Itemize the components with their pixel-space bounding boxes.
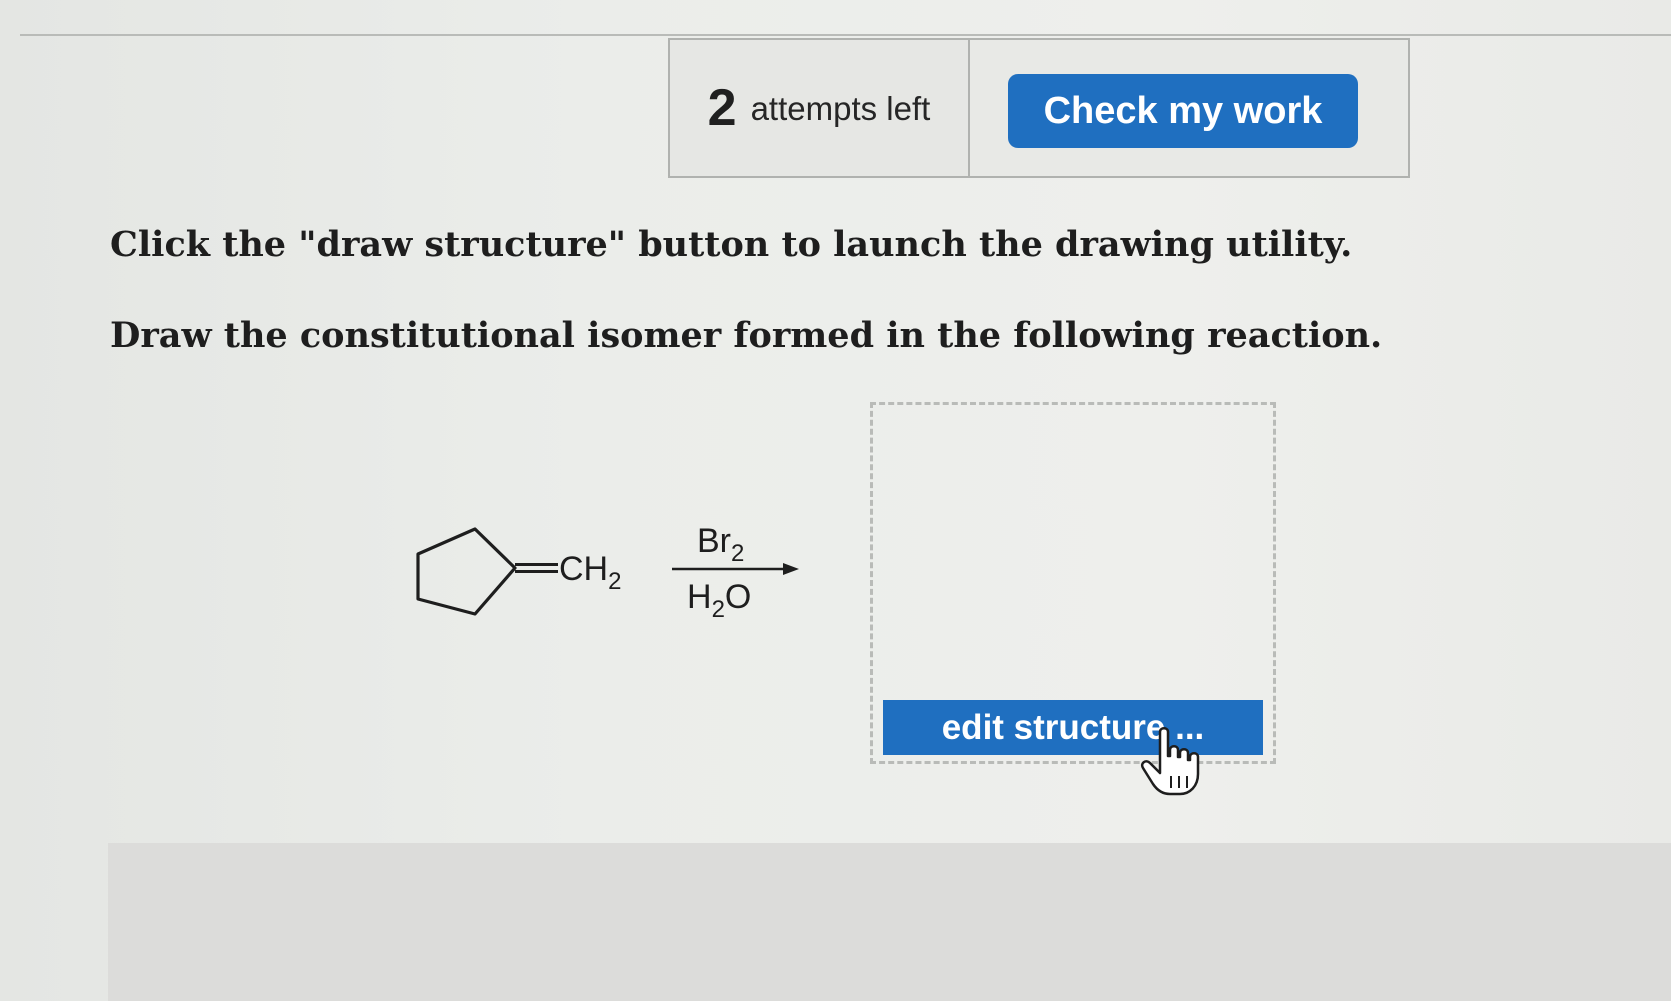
reagent-h-subscript: 2 [712,596,725,623]
edit-structure-button[interactable]: edit structure ... [883,700,1263,755]
instruction-text: Click the "draw structure" button to lau… [110,224,1353,265]
top-divider [20,34,1671,36]
hand-pointer-icon [1141,727,1200,796]
check-my-work-button[interactable]: Check my work [1008,74,1358,148]
attempts-label: attempts left [750,89,931,127]
check-panel: Check my work [968,38,1410,178]
cyclopentane-ring [416,527,517,616]
reaction-scheme: CH2 Br2 H2O [416,522,799,623]
reagent-br-subscript: 2 [731,540,744,567]
attempts-count: 2 [707,79,737,137]
reagent-br: Br [697,522,731,560]
reagent-h: H [687,578,712,616]
reagent-water: H2O [687,578,751,623]
question-prompt: Draw the constitutional isomer formed in… [110,315,1383,356]
methylene-ch: CH [559,550,608,588]
methylene-subscript: 2 [608,568,621,595]
attempts-panel: 2 attempts left [668,38,970,178]
reagent-o: O [725,578,751,616]
reaction-arrow-head [783,563,799,575]
reagent-bromine: Br2 [697,522,744,567]
methylene-group: CH2 [559,550,621,595]
bottom-panel [108,843,1671,1001]
